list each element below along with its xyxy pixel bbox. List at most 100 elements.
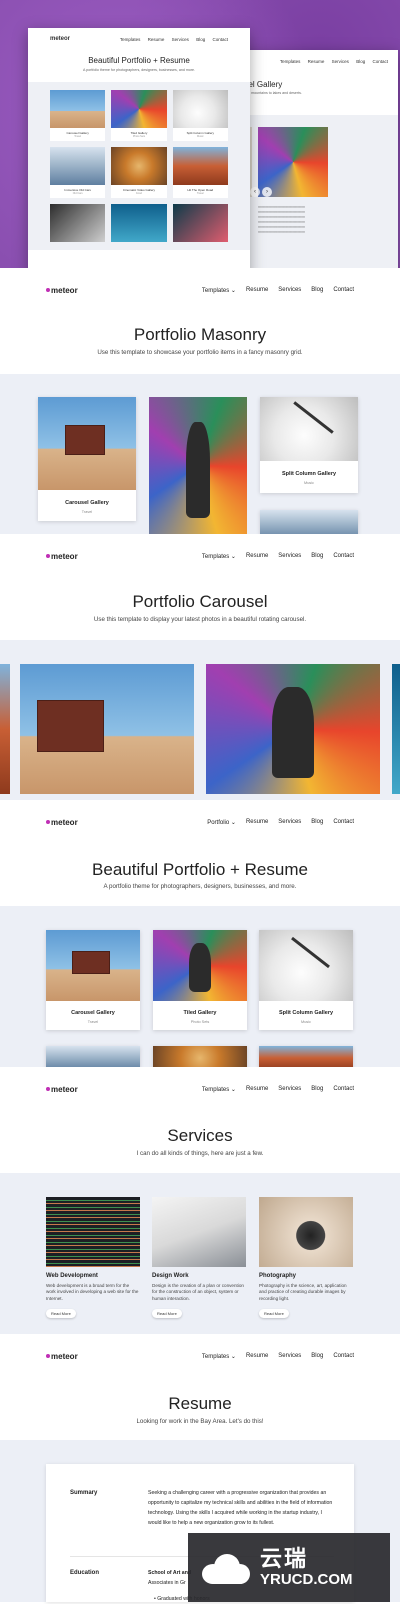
nav-blog[interactable]: Blog <box>311 1353 323 1360</box>
nav-services[interactable]: Services <box>278 1086 301 1093</box>
nav-templates-label: Templates <box>201 1086 230 1093</box>
mini-card: Split Column Gallery Music <box>172 90 228 141</box>
mini-card-category: Photo Sets <box>132 135 146 138</box>
mini-carousel-prev-icon: ‹ <box>250 187 260 197</box>
mini-card: Immersive Old Cars Old Cars <box>50 147 106 198</box>
welcome-sign <box>72 951 110 975</box>
portfolio-card[interactable]: Split Column Gallery Music <box>260 397 358 493</box>
nav-blog[interactable]: Blog <box>311 287 323 294</box>
mini-card-image <box>50 204 106 242</box>
nav-services[interactable]: Services <box>278 553 301 560</box>
mini-card-image <box>172 147 228 185</box>
service-description: Web development is a broad term for the … <box>46 1283 139 1301</box>
read-more-button[interactable]: Read More <box>152 1309 182 1319</box>
carousel-slide[interactable] <box>20 664 194 794</box>
summary-label: Summary <box>70 1490 98 1496</box>
mini-card-image <box>111 204 167 242</box>
nav-resume[interactable]: Resume <box>246 819 268 826</box>
logo-text: meteor <box>51 1351 78 1361</box>
page-title: Portfolio Masonry <box>133 325 267 344</box>
carousel-slide-next[interactable] <box>392 664 400 794</box>
nav-contact[interactable]: Contact <box>333 1353 354 1360</box>
nav-blog[interactable]: Blog <box>311 1086 323 1093</box>
carousel-slide-prev[interactable] <box>0 664 10 794</box>
chevron-down-icon: ⌄ <box>230 819 236 826</box>
mini-nav-resume: Resume <box>147 36 165 42</box>
service-item: Design Work Design is the creation of a … <box>152 1197 246 1320</box>
carousel-slide[interactable] <box>206 664 380 794</box>
mini-card-image <box>172 204 228 242</box>
card-category: Music <box>301 1020 311 1024</box>
portfolio-card[interactable] <box>149 397 247 534</box>
card-title: Carousel Gallery <box>71 1010 115 1016</box>
nav-blog[interactable]: Blog <box>311 819 323 826</box>
mini-carousel-text: ━━━━━━━━━━━━━━━━━━━━━━━━━━ ━━━━━━━━━━━━━… <box>258 205 305 234</box>
mini-card-image <box>50 147 106 185</box>
mini-card <box>50 204 106 242</box>
nav-contact[interactable]: Contact <box>333 1086 354 1093</box>
mini-card-image <box>172 90 228 128</box>
cloud-logo-icon <box>198 1550 250 1586</box>
portfolio-card[interactable]: Carousel Gallery Travel <box>38 397 136 521</box>
logo[interactable]: meteor <box>46 1085 78 1094</box>
nav-contact[interactable]: Contact <box>333 819 354 826</box>
mini-nav-resume: Resume <box>307 58 325 64</box>
mini-nav-contact: Contact <box>372 58 388 64</box>
logo[interactable]: meteor <box>46 286 78 295</box>
top-nav-masonry: meteor Templates ⌄ Resume Services Blog … <box>0 268 400 312</box>
nav-services[interactable]: Services <box>278 287 301 294</box>
card-image <box>259 930 353 1001</box>
read-more-button[interactable]: Read More <box>259 1309 289 1319</box>
mini-subtitle: A portfolio theme for photographers, des… <box>82 68 196 72</box>
nav-templates[interactable]: Templates ⌄ <box>202 1086 236 1093</box>
portfolio-card[interactable]: Tiled Gallery Photo Sets <box>153 930 247 1030</box>
welcome-sign <box>37 700 104 753</box>
nav-resume[interactable]: Resume <box>246 1353 268 1360</box>
logo[interactable]: meteor <box>46 1352 78 1361</box>
mini-card: Hit The Open Road Travel <box>172 147 228 198</box>
nav-resume[interactable]: Resume <box>246 553 268 560</box>
service-title: Design Work <box>152 1273 189 1279</box>
read-more-button[interactable]: Read More <box>46 1309 76 1319</box>
nav-contact[interactable]: Contact <box>333 287 354 294</box>
service-title: Photography <box>259 1273 296 1279</box>
nav-services[interactable]: Services <box>278 819 301 826</box>
nav-templates[interactable]: Templates ⌄ <box>202 553 236 560</box>
mini-carousel-sub: g from mountains to lakes and deserts. <box>240 91 302 95</box>
watermark-badge: 云瑞 YRUCD.COM <box>188 1533 390 1602</box>
page-subtitle: Looking for work in the Bay Area. Let's … <box>136 1418 264 1425</box>
service-description: Design is the creation of a plan or conv… <box>152 1283 244 1301</box>
person-figure <box>186 421 210 518</box>
nav-resume[interactable]: Resume <box>246 287 268 294</box>
service-description: Photography is the science, art, applica… <box>259 1283 347 1301</box>
card-image <box>260 397 358 461</box>
portfolio-preview-mockup: meteor Templates Resume Services Blog Co… <box>28 28 250 268</box>
nav-blog[interactable]: Blog <box>311 553 323 560</box>
carousel-band <box>0 640 400 800</box>
mini-carousel-band: ━━━━━━━━━━━━━━━━━━━━━━━━━━ ━━━━━━━━━━━━━… <box>228 115 398 268</box>
card-title: Tiled Gallery <box>183 1010 217 1016</box>
mini-portfolio-grid: Carousel Gallery Travel Tiled Gallery Phot… <box>28 82 250 250</box>
portfolio-card[interactable]: Carousel Gallery Travel <box>46 930 140 1030</box>
nav-templates[interactable]: Templates ⌄ <box>202 287 236 294</box>
card-image <box>153 930 247 1001</box>
page-title: Resume <box>168 1394 232 1413</box>
mini-card: Carousel Gallery Travel <box>50 90 106 141</box>
mini-card-image <box>111 90 167 128</box>
nav-portfolio[interactable]: Portfolio ⌄ <box>207 819 236 826</box>
mini-nav-templates: Templates <box>119 36 141 42</box>
watermark-en: YRUCD.COM <box>260 1571 353 1588</box>
card-image <box>38 397 136 490</box>
page-title: Beautiful Portfolio + Resume <box>92 860 308 879</box>
nav-templates-label: Templates <box>201 287 230 294</box>
logo[interactable]: meteor <box>46 818 78 827</box>
service-item: Photography Photography is the science, … <box>259 1197 353 1320</box>
nav-templates[interactable]: Templates ⌄ <box>202 1353 236 1360</box>
logo-text: meteor <box>51 1084 78 1094</box>
nav-contact[interactable]: Contact <box>333 553 354 560</box>
nav-resume[interactable]: Resume <box>246 1086 268 1093</box>
logo[interactable]: meteor <box>46 552 78 561</box>
mini-carousel-title: usel Gallery <box>240 80 283 89</box>
nav-services[interactable]: Services <box>278 1353 301 1360</box>
portfolio-card[interactable]: Split Column Gallery Music <box>259 930 353 1030</box>
